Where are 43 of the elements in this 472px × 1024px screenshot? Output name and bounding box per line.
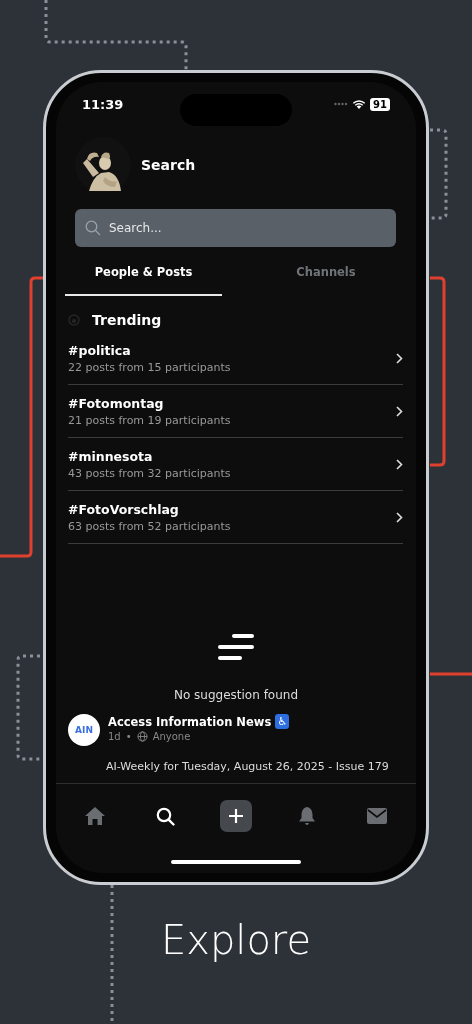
chevron-icon [396,511,403,523]
status-time: 11:39 [82,96,124,112]
mail-icon [367,808,387,824]
lines-icon [218,634,254,660]
search-icon [156,806,175,826]
caption: Explore [159,917,313,963]
chevron-icon [396,405,403,417]
post-stats: 43 posts from 32 participants [68,466,231,480]
trend-item[interactable]: #FotoVorschlag 63 posts from 52 participants [68,491,403,544]
section-title: Trending [92,312,162,328]
author-avatar[interactable]: AIN [68,714,100,746]
search-field[interactable]: Search... [75,209,396,247]
trend-item[interactable]: #minnesota 43 posts from 32 participants [68,438,403,491]
hashtag: #politica [68,342,132,358]
search-icon [85,220,101,236]
post-stats: 22 posts from 15 participants [68,360,231,374]
wifi-icon [352,98,367,110]
trend-item[interactable]: #politica 22 posts from 15 participants [68,332,403,385]
accessibility-badge: ♿ [275,714,290,729]
author-name[interactable]: Access Information News [108,714,272,729]
post-text: AI-Weekly for Tuesday, August 26, 2025 - Issue 179 [106,760,390,773]
home-icon [84,806,106,826]
post-audience: Anyone [152,731,191,742]
hashtag: #Fotomontag [68,395,165,411]
globe-icon [136,731,148,742]
battery-level: 91 [370,97,390,111]
post-stats: 63 posts from 52 participants [68,519,231,533]
hashtag: #minnesota [68,448,154,464]
post-age: 1d [108,731,121,742]
post-stats: 21 posts from 19 participants [68,413,231,427]
tab[interactable]: People & Posts [65,250,222,296]
meta-separator: • [125,731,132,742]
empty-message: No suggestion found [173,688,299,702]
plus-icon [229,809,243,823]
chevron-icon [396,352,403,364]
compose-button[interactable] [219,799,253,833]
chevron-icon [396,458,403,470]
signal-icon [334,102,349,106]
trend-item[interactable]: #Fotomontag 21 posts from 19 participants [68,385,403,438]
tab[interactable]: Channels [250,250,402,296]
hashtag: #FotoVorschlag [68,501,180,517]
page-title: Search [141,157,196,173]
bell-icon [297,806,316,826]
